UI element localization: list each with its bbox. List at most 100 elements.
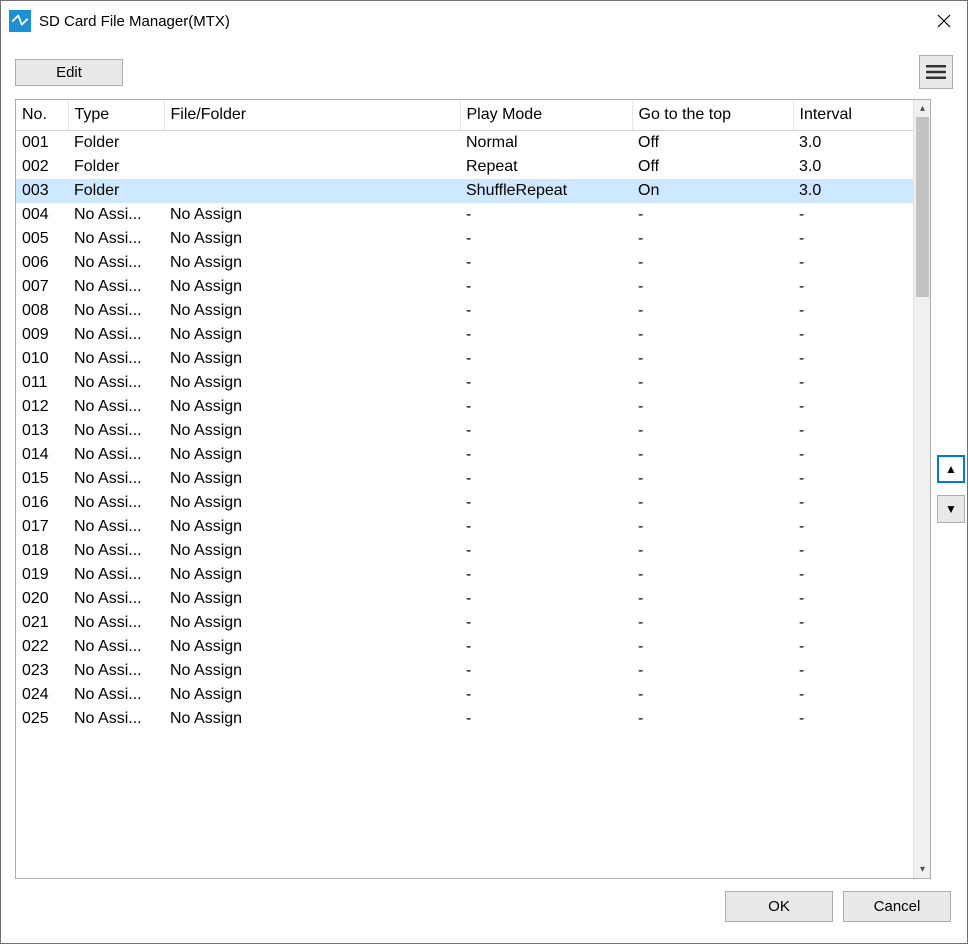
- cell-play: -: [460, 635, 632, 659]
- cell-go: Off: [632, 155, 793, 179]
- cell-no: 014: [16, 443, 68, 467]
- col-header-play[interactable]: Play Mode: [460, 100, 632, 131]
- cell-go: -: [632, 587, 793, 611]
- move-down-button[interactable]: ▼: [937, 495, 965, 523]
- cell-type: No Assi...: [68, 203, 164, 227]
- table-row[interactable]: 006No Assi...No Assign---: [16, 251, 913, 275]
- cell-interval: -: [793, 323, 913, 347]
- cell-type: Folder: [68, 155, 164, 179]
- cell-play: -: [460, 611, 632, 635]
- cell-type: No Assi...: [68, 659, 164, 683]
- cell-no: 001: [16, 131, 68, 156]
- cell-no: 016: [16, 491, 68, 515]
- table-row[interactable]: 017No Assi...No Assign---: [16, 515, 913, 539]
- table-row[interactable]: 005No Assi...No Assign---: [16, 227, 913, 251]
- toolbar: Edit: [15, 55, 953, 89]
- cell-go: -: [632, 443, 793, 467]
- table-row[interactable]: 018No Assi...No Assign---: [16, 539, 913, 563]
- cell-go: -: [632, 683, 793, 707]
- table-row[interactable]: 020No Assi...No Assign---: [16, 587, 913, 611]
- cell-file: No Assign: [164, 227, 460, 251]
- table-row[interactable]: 010No Assi...No Assign---: [16, 347, 913, 371]
- col-header-file[interactable]: File/Folder: [164, 100, 460, 131]
- col-header-interval[interactable]: Interval: [793, 100, 913, 131]
- table-row[interactable]: 025No Assi...No Assign---: [16, 707, 913, 731]
- table-row[interactable]: 019No Assi...No Assign---: [16, 563, 913, 587]
- move-up-button[interactable]: ▲: [937, 455, 965, 483]
- menu-button[interactable]: [919, 55, 953, 89]
- table-row[interactable]: 021No Assi...No Assign---: [16, 611, 913, 635]
- cell-play: -: [460, 659, 632, 683]
- table-row[interactable]: 007No Assi...No Assign---: [16, 275, 913, 299]
- table-row[interactable]: 022No Assi...No Assign---: [16, 635, 913, 659]
- cell-interval: -: [793, 635, 913, 659]
- cell-file: No Assign: [164, 467, 460, 491]
- cell-play: -: [460, 443, 632, 467]
- cell-play: -: [460, 203, 632, 227]
- table-row[interactable]: 024No Assi...No Assign---: [16, 683, 913, 707]
- col-header-type[interactable]: Type: [68, 100, 164, 131]
- cell-go: -: [632, 539, 793, 563]
- cell-no: 023: [16, 659, 68, 683]
- cell-interval: -: [793, 587, 913, 611]
- cell-interval: -: [793, 419, 913, 443]
- cell-file: No Assign: [164, 491, 460, 515]
- vertical-scrollbar[interactable]: ▴ ▾: [913, 100, 930, 878]
- cell-play: -: [460, 491, 632, 515]
- main-row: No. Type File/Folder Play Mode Go to the…: [15, 99, 953, 879]
- table-row[interactable]: 016No Assi...No Assign---: [16, 491, 913, 515]
- cell-interval: -: [793, 275, 913, 299]
- table-row[interactable]: 009No Assi...No Assign---: [16, 323, 913, 347]
- table-row[interactable]: 002FolderRepeatOff3.0: [16, 155, 913, 179]
- window-title: SD Card File Manager(MTX): [39, 13, 921, 30]
- table-row[interactable]: 012No Assi...No Assign---: [16, 395, 913, 419]
- cell-play: -: [460, 587, 632, 611]
- cell-interval: -: [793, 395, 913, 419]
- ok-button[interactable]: OK: [725, 891, 833, 922]
- table-row[interactable]: 004No Assi...No Assign---: [16, 203, 913, 227]
- cell-file: No Assign: [164, 275, 460, 299]
- cell-go: -: [632, 227, 793, 251]
- cell-interval: -: [793, 563, 913, 587]
- cell-go: -: [632, 275, 793, 299]
- scroll-arrow-down-icon[interactable]: ▾: [914, 861, 931, 878]
- close-button[interactable]: [921, 1, 967, 41]
- cell-interval: -: [793, 515, 913, 539]
- cell-no: 015: [16, 467, 68, 491]
- cell-go: -: [632, 347, 793, 371]
- cell-file: No Assign: [164, 203, 460, 227]
- cell-interval: -: [793, 371, 913, 395]
- cell-type: No Assi...: [68, 467, 164, 491]
- cell-interval: -: [793, 539, 913, 563]
- triangle-up-icon: ▲: [945, 462, 957, 476]
- cell-go: -: [632, 251, 793, 275]
- scrollbar-thumb[interactable]: [916, 117, 929, 297]
- table-row[interactable]: 001FolderNormalOff3.0: [16, 131, 913, 156]
- table-row[interactable]: 008No Assi...No Assign---: [16, 299, 913, 323]
- table-row[interactable]: 015No Assi...No Assign---: [16, 467, 913, 491]
- cell-go: -: [632, 563, 793, 587]
- table-row[interactable]: 013No Assi...No Assign---: [16, 419, 913, 443]
- table-row[interactable]: 014No Assi...No Assign---: [16, 443, 913, 467]
- col-header-go[interactable]: Go to the top: [632, 100, 793, 131]
- table-row[interactable]: 011No Assi...No Assign---: [16, 371, 913, 395]
- content-area: Edit: [1, 41, 967, 943]
- cell-no: 010: [16, 347, 68, 371]
- cell-play: -: [460, 371, 632, 395]
- cell-type: Folder: [68, 131, 164, 156]
- cell-play: -: [460, 539, 632, 563]
- cell-no: 017: [16, 515, 68, 539]
- cancel-button[interactable]: Cancel: [843, 891, 951, 922]
- hamburger-icon: [926, 65, 946, 79]
- cell-play: -: [460, 707, 632, 731]
- cell-go: -: [632, 323, 793, 347]
- edit-button[interactable]: Edit: [15, 59, 123, 86]
- col-header-no[interactable]: No.: [16, 100, 68, 131]
- table-row[interactable]: 023No Assi...No Assign---: [16, 659, 913, 683]
- cell-go: -: [632, 467, 793, 491]
- cell-file: No Assign: [164, 395, 460, 419]
- cell-interval: -: [793, 707, 913, 731]
- scroll-arrow-up-icon[interactable]: ▴: [914, 100, 931, 117]
- table-row[interactable]: 003FolderShuffleRepeatOn3.0: [16, 179, 913, 203]
- cell-interval: -: [793, 467, 913, 491]
